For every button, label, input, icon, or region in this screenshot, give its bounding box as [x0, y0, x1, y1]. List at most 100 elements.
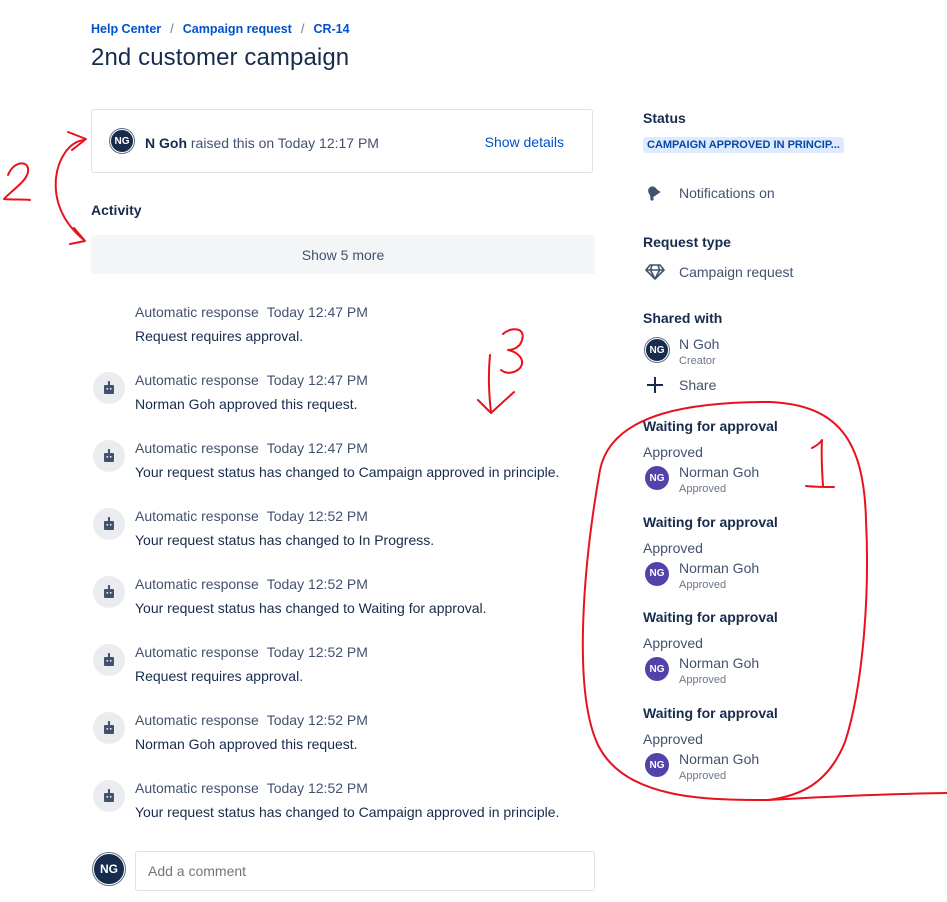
activity-author: Automatic response [135, 780, 259, 796]
bot-icon [93, 712, 125, 744]
request-raised-card: NG N Goh raised this on Today 12:17 PM S… [91, 109, 593, 173]
breadcrumb-separator: / [170, 21, 174, 36]
approval-heading: Waiting for approval [643, 609, 778, 626]
approver-decision: Approved [679, 578, 727, 591]
activity-time: Today 12:47 PM [266, 440, 368, 456]
approver: NG Norman Goh Approved [645, 655, 845, 689]
activity-time: Today 12:47 PM [266, 304, 368, 320]
activity-text: Your request status has changed to In Pr… [135, 532, 435, 548]
avatar: NG [645, 657, 669, 682]
activity-item: Automatic response Today 12:47 PM Request … [91, 304, 611, 354]
annotation-arrow [54, 139, 85, 241]
activity-meta: Automatic response Today 12:47 PM [135, 440, 368, 456]
avatar: NG [645, 561, 669, 586]
activity-meta: Automatic response Today 12:52 PM [135, 780, 368, 796]
bot-icon [93, 440, 125, 472]
activity-item: Automatic response Today 12:47 PM Your req… [91, 440, 611, 490]
activity-meta: Automatic response Today 12:47 PM [135, 372, 368, 388]
activity-item: Automatic response Today 12:52 PM Norman G… [91, 712, 611, 762]
activity-author: Automatic response [135, 712, 259, 728]
share-button[interactable]: Share [645, 375, 716, 395]
notifications-toggle[interactable]: Notifications on [645, 183, 775, 203]
shared-person-role: Creator [679, 355, 716, 367]
activity-author: Automatic response [135, 372, 259, 388]
comment-avatar: NG [93, 853, 125, 885]
approver-decision: Approved [679, 483, 727, 495]
breadcrumb-campaign-request[interactable]: Campaign request [183, 22, 292, 36]
approval-status: Approved [643, 635, 703, 652]
approver-decision: Approved [679, 674, 727, 687]
annotation-2 [3, 162, 31, 201]
avatar: NG [645, 753, 669, 778]
approver-decision: Approved [679, 770, 727, 783]
activity-author: Automatic response [135, 304, 259, 320]
raised-author: N Goh [145, 135, 187, 151]
breadcrumb-help-center[interactable]: Help Center [91, 22, 161, 36]
activity-heading: Activity [91, 202, 142, 218]
status-badge: CAMPAIGN APPROVED IN PRINCIP... [643, 137, 844, 153]
activity-text: Request requires approval. [135, 668, 304, 684]
approval-heading: Waiting for approval [643, 513, 778, 530]
activity-meta: Automatic response Today 12:47 PM [135, 304, 368, 320]
bot-icon [93, 372, 125, 404]
approval-heading: Waiting for approval [643, 705, 778, 722]
approver-name: Norman Goh [679, 464, 760, 480]
approver: NG Norman Goh Approved [645, 560, 845, 594]
notifications-label: Notifications on [679, 185, 775, 201]
activity-text: Your request status has changed to Waiti… [135, 600, 487, 616]
avatar: NG [645, 338, 669, 362]
bot-icon [93, 508, 125, 540]
approver-name: Norman Goh [679, 559, 760, 576]
activity-time: Today 12:47 PM [266, 372, 368, 388]
avatar: NG [645, 466, 669, 490]
plus-icon [645, 375, 669, 395]
raised-summary: N Goh raised this on Today 12:17 PM [145, 135, 379, 151]
activity-text: Your request status has changed to Campa… [135, 464, 560, 480]
activity-author: Automatic response [135, 508, 259, 524]
bot-icon [93, 644, 125, 676]
approver-name: Norman Goh [679, 655, 760, 672]
breadcrumb-separator: / [300, 21, 305, 36]
approval-status: Approved [643, 539, 703, 556]
activity-author: Automatic response [135, 576, 259, 592]
activity-time: Today 12:52 PM [266, 644, 368, 660]
approval-heading: Waiting for approval [643, 418, 778, 434]
activity-item: Automatic response Today 12:52 PM Request … [91, 644, 611, 694]
activity-time: Today 12:52 PM [266, 712, 368, 728]
shared-person: NG N Goh Creator [645, 336, 845, 370]
activity-author: Automatic response [135, 644, 259, 660]
activity-item: Automatic response Today 12:52 PM Your req… [91, 780, 611, 830]
breadcrumb: Help Center / Campaign request / CR-14 [91, 21, 350, 36]
request-type: Campaign request [645, 262, 793, 282]
breadcrumb-issue-key[interactable]: CR-14 [313, 22, 349, 36]
show-details-link[interactable]: Show details [485, 134, 564, 150]
activity-meta: Automatic response Today 12:52 PM [135, 712, 368, 728]
activity-time: Today 12:52 PM [266, 780, 368, 796]
request-type-heading: Request type [643, 234, 731, 250]
activity-item: Automatic response Today 12:52 PM Your req… [91, 576, 611, 626]
activity-time: Today 12:52 PM [266, 576, 368, 592]
raised-text: raised this on Today 12:17 PM [190, 135, 379, 151]
page-title: 2nd customer campaign [91, 44, 350, 71]
approver: NG Norman Goh Approved [645, 464, 845, 498]
request-type-label: Campaign request [679, 264, 794, 280]
activity-text: Norman Goh approved this request. [135, 396, 358, 412]
add-comment-input[interactable] [135, 851, 595, 891]
activity-meta: Automatic response Today 12:52 PM [135, 576, 368, 592]
activity-text: Your request status has changed to Campa… [135, 804, 560, 820]
approval-status: Approved [643, 444, 703, 460]
diamond-icon [645, 262, 669, 282]
activity-text: Request requires approval. [135, 328, 304, 344]
activity-item: Automatic response Today 12:52 PM Your req… [91, 508, 611, 558]
activity-meta: Automatic response Today 12:52 PM [135, 644, 368, 660]
activity-meta: Automatic response Today 12:52 PM [135, 508, 368, 524]
bot-icon [93, 780, 125, 812]
bot-icon [93, 576, 125, 608]
share-label: Share [679, 377, 717, 393]
annotation-circle [581, 401, 947, 801]
approver: NG Norman Goh Approved [645, 751, 845, 785]
shared-with-heading: Shared with [643, 310, 723, 326]
activity-author: Automatic response [135, 440, 259, 456]
approver-name: Norman Goh [679, 751, 760, 768]
show-more-button[interactable]: Show 5 more [91, 235, 595, 274]
